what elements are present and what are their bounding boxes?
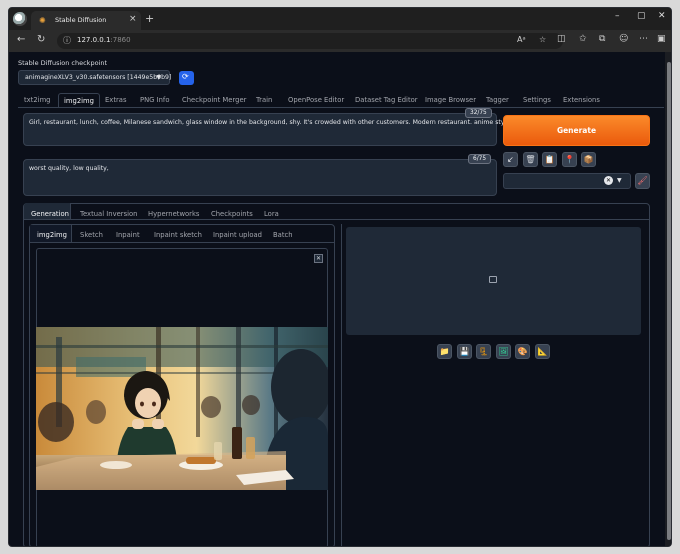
refresh-icon: ⟳ xyxy=(182,72,189,81)
browser-titlebar: ✺ Stable Diffusion × + – ▢ ✕ xyxy=(9,8,671,30)
chevron-down-icon: ▼ xyxy=(617,177,622,184)
tab-inpaint-upload[interactable]: Inpaint upload xyxy=(213,231,262,239)
tab-title: Stable Diffusion xyxy=(55,16,107,24)
maximize-icon[interactable]: ▢ xyxy=(637,11,646,21)
tab-sketch[interactable]: Sketch xyxy=(80,231,103,239)
read-params-button[interactable]: ↙ xyxy=(503,152,518,167)
tab-inpaint[interactable]: Inpaint xyxy=(116,231,140,239)
window-close-icon[interactable]: ✕ xyxy=(658,11,666,21)
tab-train[interactable]: Train xyxy=(256,93,272,107)
send-to-img2img-button[interactable]: 🖼 xyxy=(496,344,511,359)
remove-image-icon[interactable]: ✕ xyxy=(314,254,323,263)
checkpoint-label: Stable Diffusion checkpoint xyxy=(18,59,108,67)
negative-prompt-input[interactable]: worst quality, low quality, xyxy=(23,159,497,196)
collections-icon[interactable]: ⧉ xyxy=(599,34,605,44)
sidebar-icon[interactable]: ▣ xyxy=(657,34,666,44)
checkpoint-value: animagineXLV3_v30.safetensors [1449e5b0b… xyxy=(25,74,172,81)
address-bar: ← ↻ ⓘ 127.0.0.1:7860 Aᵃ ☆ ◫ ✩ ⧉ ☺ ⋯ ▣ xyxy=(9,30,671,52)
browser-tab[interactable]: ✺ Stable Diffusion × xyxy=(31,11,141,30)
scrollbar-thumb[interactable] xyxy=(667,62,671,540)
more-menu-icon[interactable]: ⋯ xyxy=(639,34,648,44)
new-tab-icon[interactable]: + xyxy=(145,12,154,25)
favorite-star-icon[interactable]: ☆ xyxy=(539,35,546,44)
extra-networks-button[interactable]: 📍 xyxy=(562,152,577,167)
clear-styles-icon[interactable]: ✕ xyxy=(604,176,613,185)
clear-prompt-button[interactable]: 🗑 xyxy=(523,152,538,167)
tab-extensions[interactable]: Extensions xyxy=(563,93,600,107)
site-info-icon[interactable]: ⓘ xyxy=(63,35,71,46)
input-image xyxy=(36,327,328,490)
prompt-input[interactable]: Girl, restaurant, lunch, coffee, Milanes… xyxy=(23,113,510,146)
send-to-extras-button[interactable]: 📐 xyxy=(535,344,550,359)
image-tabs-divider xyxy=(30,242,334,243)
tab-checkpoint-merger[interactable]: Checkpoint Merger xyxy=(182,93,246,107)
tab-generation[interactable]: Generation xyxy=(31,210,69,218)
chevron-down-icon: ▼ xyxy=(156,74,161,81)
split-screen-icon[interactable]: ◫ xyxy=(557,34,566,44)
feedback-icon[interactable]: ☺ xyxy=(619,34,628,44)
tab-settings[interactable]: Settings xyxy=(523,93,551,107)
tab-close-icon[interactable]: × xyxy=(129,14,137,24)
apply-style-button[interactable]: 📋 xyxy=(542,152,557,167)
url-field[interactable]: ⓘ 127.0.0.1:7860 Aᵃ ☆ xyxy=(57,33,563,49)
edit-styles-button[interactable]: 🖌 xyxy=(635,173,650,189)
tab-tagger[interactable]: Tagger xyxy=(486,93,509,107)
tab-favicon-icon: ✺ xyxy=(39,16,46,25)
tab-png-info[interactable]: PNG Info xyxy=(140,93,169,107)
generate-button[interactable]: Generate xyxy=(503,115,650,146)
back-icon[interactable]: ← xyxy=(17,34,25,45)
output-gallery xyxy=(346,227,641,335)
tab-dataset-tag-editor[interactable]: Dataset Tag Editor xyxy=(355,93,418,107)
read-aloud-icon[interactable]: Aᵃ xyxy=(517,35,526,44)
send-to-inpaint-button[interactable]: 🎨 xyxy=(515,344,530,359)
tab-txt2img[interactable]: txt2img xyxy=(24,93,51,107)
save-style-button[interactable]: 📦 xyxy=(581,152,596,167)
browser-profile-icon[interactable] xyxy=(13,12,27,26)
tab-inpaint-sketch[interactable]: Inpaint sketch xyxy=(154,231,202,239)
prompt-text: Girl, restaurant, lunch, coffee, Milanes… xyxy=(29,119,511,126)
brush-icon: 🖌 xyxy=(637,176,648,185)
save-button[interactable]: 💾 xyxy=(457,344,472,359)
tab-img2img[interactable]: img2img xyxy=(58,93,100,107)
tab-image-browser[interactable]: Image Browser xyxy=(425,93,476,107)
generate-label: Generate xyxy=(556,126,597,135)
tab-checkpoints[interactable]: Checkpoints xyxy=(211,210,253,218)
generation-tabs-divider xyxy=(24,219,649,220)
zip-button[interactable]: 🗜 xyxy=(476,344,491,359)
negative-token-counter: 6/75 xyxy=(468,154,492,164)
styles-dropdown[interactable]: ✕ ▼ xyxy=(503,173,631,189)
checkpoint-dropdown[interactable]: animagineXLV3_v30.safetensors [1449e5b0b… xyxy=(18,70,172,85)
open-folder-button[interactable]: 📁 xyxy=(437,344,452,359)
browser-window: ✺ Stable Diffusion × + – ▢ ✕ ← ↻ ⓘ 127.0… xyxy=(8,7,672,547)
tab-openpose-editor[interactable]: OpenPose Editor xyxy=(288,93,344,107)
tab-img2img-input[interactable]: img2img xyxy=(37,231,67,239)
refresh-checkpoint-button[interactable]: ⟳ xyxy=(179,71,194,85)
tab-extras[interactable]: Extras xyxy=(105,93,126,107)
tab-textual-inversion[interactable]: Textual Inversion xyxy=(80,210,137,218)
url-text: 127.0.0.1:7860 xyxy=(77,36,131,44)
webui-page: Stable Diffusion checkpoint animagineXLV… xyxy=(9,52,671,546)
minimize-icon[interactable]: – xyxy=(615,11,620,21)
tab-hypernetworks[interactable]: Hypernetworks xyxy=(148,210,199,218)
favorites-icon[interactable]: ✩ xyxy=(579,34,587,44)
reload-icon[interactable]: ↻ xyxy=(37,34,45,45)
tab-batch[interactable]: Batch xyxy=(273,231,293,239)
page-scrollbar[interactable] xyxy=(665,52,671,546)
negative-prompt-text: worst quality, low quality, xyxy=(29,165,109,172)
tab-lora[interactable]: Lora xyxy=(264,210,279,218)
prompt-token-counter: 32/75 xyxy=(465,108,492,118)
image-placeholder-icon xyxy=(489,276,497,283)
tab-divider xyxy=(18,107,664,108)
